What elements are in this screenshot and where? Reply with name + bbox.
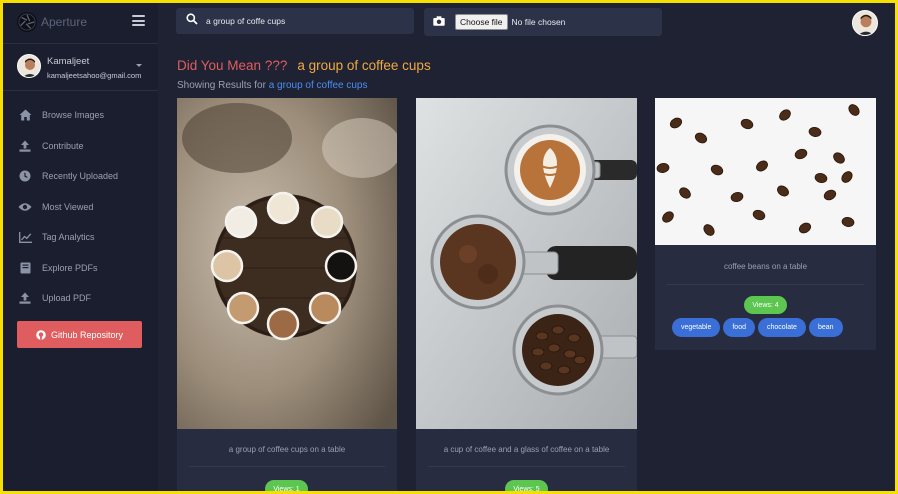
aperture-logo-icon xyxy=(17,12,37,32)
avatar[interactable] xyxy=(852,10,878,36)
sidebar: Aperture Kamaljeet kamaljeetsahoo@gmail.… xyxy=(3,3,158,491)
did-you-mean-label: Did You Mean ??? xyxy=(177,58,288,73)
choose-file-button[interactable]: Choose file xyxy=(455,14,508,30)
tag-chocolate[interactable]: chocolate xyxy=(757,318,806,337)
sidebar-item-tag-analytics[interactable]: Tag Analytics xyxy=(3,222,158,253)
app-name: Aperture xyxy=(41,15,88,29)
sidebar-item-label: Recently Uploaded xyxy=(42,171,119,182)
card-image[interactable] xyxy=(655,98,876,245)
github-repository-button[interactable]: Github Repository xyxy=(17,321,142,348)
user-panel[interactable]: Kamaljeet kamaljeetsahoo@gmail.com xyxy=(3,43,158,91)
chevron-down-icon[interactable] xyxy=(136,64,142,67)
image-card[interactable]: coffee beans on a table Views: 4 vegetab… xyxy=(655,98,876,350)
sidebar-item-browse-images[interactable]: Browse Images xyxy=(3,100,158,131)
views-badge: Views: 1 xyxy=(265,480,308,491)
upload-icon xyxy=(18,139,32,153)
avatar xyxy=(17,54,41,78)
sidebar-item-label: Explore PDFs xyxy=(42,262,98,273)
home-icon xyxy=(18,108,32,122)
image-card[interactable]: a group of coffee cups on a table Views:… xyxy=(177,98,397,491)
brand[interactable]: Aperture xyxy=(17,11,87,33)
github-button-label: Github Repository xyxy=(50,329,124,340)
sidebar-item-explore-pdfs[interactable]: Explore PDFs xyxy=(3,253,158,284)
card-image[interactable] xyxy=(416,98,637,429)
card-caption: a group of coffee cups on a table xyxy=(228,445,346,454)
eye-icon xyxy=(18,200,32,214)
sidebar-item-label: Most Viewed xyxy=(42,201,94,212)
sidebar-item-label: Upload PDF xyxy=(42,293,92,304)
card-caption: a cup of coffee and a glass of coffee on… xyxy=(443,445,610,454)
menu-toggle-icon[interactable] xyxy=(132,15,145,26)
showing-results: Showing Results for a group of coffee cu… xyxy=(177,80,368,91)
tag-vegetable[interactable]: vegetable xyxy=(672,318,721,337)
image-upload-bar: Choose file No file chosen xyxy=(424,8,662,36)
search-icon[interactable] xyxy=(186,12,198,30)
card-image[interactable] xyxy=(177,98,397,429)
user-name: Kamaljeet xyxy=(47,56,90,67)
search-input[interactable] xyxy=(206,16,406,26)
search-bar[interactable] xyxy=(176,8,414,34)
divider xyxy=(667,284,864,285)
chart-icon xyxy=(18,230,32,244)
sidebar-item-label: Contribute xyxy=(42,140,84,151)
sidebar-item-contribute[interactable]: Contribute xyxy=(3,131,158,162)
clock-icon xyxy=(18,169,32,183)
sidebar-item-label: Tag Analytics xyxy=(42,232,95,243)
user-email: kamaljeetsahoo@gmail.com xyxy=(47,71,142,80)
upload-icon xyxy=(18,291,32,305)
divider xyxy=(428,466,625,467)
views-badge: Views: 5 xyxy=(505,480,548,491)
views-badge: Views: 4 xyxy=(744,296,787,314)
sidebar-nav: Browse Images Contribute Recently Upload… xyxy=(3,100,158,314)
app-window: Aperture Kamaljeet kamaljeetsahoo@gmail.… xyxy=(3,3,895,491)
tag-bean[interactable]: bean xyxy=(808,318,843,337)
sidebar-item-recently-uploaded[interactable]: Recently Uploaded xyxy=(3,161,158,192)
tag-food[interactable]: food xyxy=(723,318,755,337)
card-caption: coffee beans on a table xyxy=(723,262,808,271)
sidebar-item-label: Browse Images xyxy=(42,110,105,121)
file-status: No file chosen xyxy=(511,17,566,27)
sidebar-item-most-viewed[interactable]: Most Viewed xyxy=(3,192,158,223)
book-icon xyxy=(18,261,32,275)
camera-icon[interactable] xyxy=(433,13,445,31)
image-card[interactable]: a cup of coffee and a glass of coffee on… xyxy=(416,98,637,491)
github-icon xyxy=(36,329,46,340)
sidebar-item-upload-pdf[interactable]: Upload PDF xyxy=(3,283,158,314)
tag-list: vegetable food chocolate bean xyxy=(672,318,846,337)
suggested-query-link[interactable]: a group of coffee cups xyxy=(297,58,430,73)
did-you-mean: Did You Mean ??? a group of coffee cups xyxy=(177,58,431,73)
divider xyxy=(189,466,385,467)
showing-results-query[interactable]: a group of coffee cups xyxy=(269,80,368,91)
showing-results-label: Showing Results for xyxy=(177,80,266,91)
